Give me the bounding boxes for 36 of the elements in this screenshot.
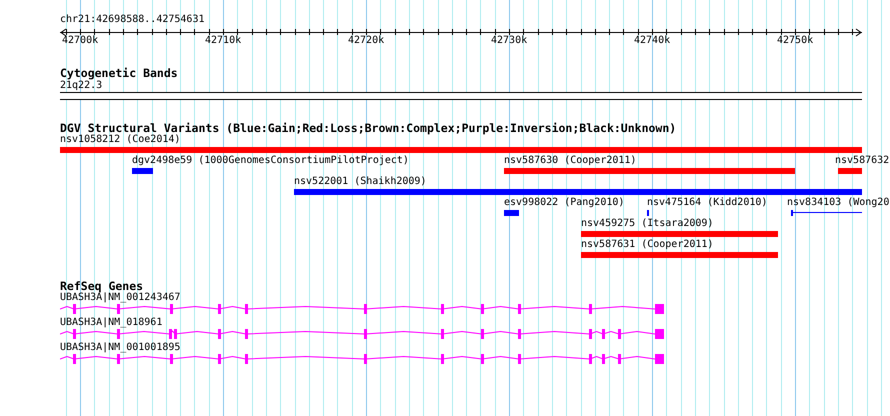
transcript-drawing[interactable] — [60, 304, 664, 314]
tick-label: 42700k — [62, 35, 98, 47]
variant-bar[interactable] — [838, 168, 862, 174]
variant-bar[interactable] — [581, 252, 778, 258]
variant-bar[interactable] — [504, 210, 519, 216]
variant-bar[interactable] — [581, 231, 778, 237]
track-title: RefSeq Genes — [60, 280, 144, 293]
variant-bar[interactable] — [294, 189, 862, 195]
transcript-drawing[interactable] — [60, 329, 664, 339]
tick-label: 42740k — [634, 35, 670, 47]
variant-label: nsv475164 (Kidd2010) — [647, 197, 768, 209]
track-title: Cytogenetic Bands — [60, 67, 178, 80]
tick-label: 42710k — [205, 35, 242, 47]
variant-line[interactable] — [791, 210, 862, 216]
variant-bar[interactable] — [504, 168, 795, 174]
variant-label: nsv522001 (Shaikh2009) — [294, 176, 426, 188]
transcript-drawing[interactable] — [60, 354, 664, 364]
tick-label: 42720k — [348, 35, 384, 47]
variant-bar[interactable] — [132, 168, 153, 174]
variant-label: esv998022 (Pang2010) — [504, 197, 624, 209]
variant-label: nsv459275 (Itsara2009) — [581, 218, 714, 230]
transcript-label: UBASH3A|NM_001243467 — [60, 292, 180, 304]
tick-label: 42730k — [491, 35, 528, 47]
variant-label: nsv1058212 (Coe2014) — [60, 134, 180, 146]
tick-label: 42750k — [777, 35, 814, 47]
band-label: 21q22.3 — [60, 80, 102, 92]
location-label: chr21:42698588..42754631 — [60, 14, 204, 26]
transcript-label: UBASH3A|NM_018961 — [60, 317, 162, 329]
variant-label: dgv2498e59 (1000GenomesConsortiumPilotProject) — [132, 155, 409, 167]
variant-label: nsv587631 (Cooper2011) — [581, 239, 714, 251]
transcript-label: UBASH3A|NM_001001895 — [60, 342, 180, 354]
variant-label: nsv587630 (Cooper2011) — [504, 155, 636, 167]
variant-label: nsv834103 (Wong20 — [787, 197, 890, 209]
variant-label: nsv587632 — [835, 155, 890, 167]
variant-bar[interactable] — [60, 147, 862, 153]
track-title: DGV Structural Variants (Blue:Gain;Red:Loss;Brown:Complex;Purple:Inversion;Black:Unknown) — [60, 122, 676, 135]
